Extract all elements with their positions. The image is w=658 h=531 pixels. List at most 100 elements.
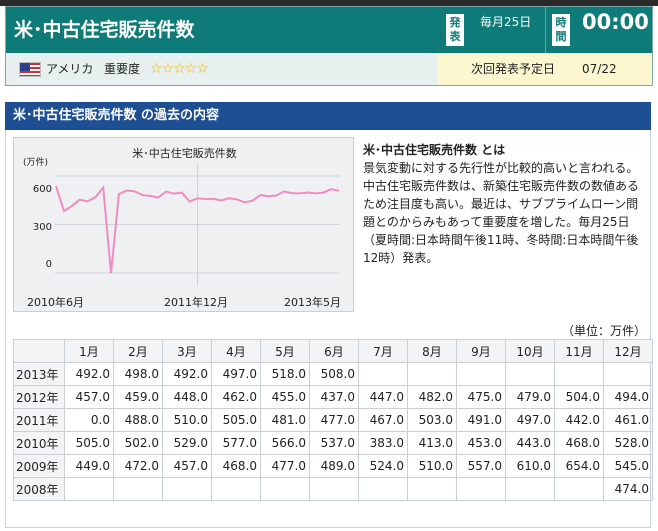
value-cell: 654.0 bbox=[554, 454, 604, 478]
value-cell: 577.0 bbox=[211, 431, 261, 455]
value-cell: 566.0 bbox=[260, 431, 310, 455]
value-cell: 491.0 bbox=[456, 408, 506, 432]
value-cell: 453.0 bbox=[456, 431, 506, 455]
value-cell: 557.0 bbox=[456, 454, 506, 478]
value-cell bbox=[407, 477, 457, 501]
publish-badge: 発表 bbox=[446, 14, 464, 46]
year-cell: 2008年 bbox=[13, 477, 65, 501]
value-cell: 383.0 bbox=[358, 431, 408, 455]
table-row: 2013年 492.0 498.0 492.0 497.0 518.0 508.0 bbox=[13, 362, 653, 386]
time-badge: 時間 bbox=[552, 14, 570, 46]
month-header: 11月 bbox=[554, 339, 604, 363]
value-cell: 475.0 bbox=[456, 385, 506, 409]
value-cell bbox=[211, 477, 261, 501]
value-cell: 477.0 bbox=[260, 454, 310, 478]
value-cell: 467.0 bbox=[358, 408, 408, 432]
value-cell: 510.0 bbox=[407, 454, 457, 478]
value-cell bbox=[162, 477, 212, 501]
ytick-label: 600 bbox=[32, 184, 52, 195]
value-cell: 481.0 bbox=[260, 408, 310, 432]
value-cell: 443.0 bbox=[505, 431, 555, 455]
value-cell bbox=[358, 477, 408, 501]
year-cell: 2010年 bbox=[13, 431, 65, 455]
month-header: 10月 bbox=[505, 339, 555, 363]
ytick-label: 300 bbox=[32, 222, 52, 233]
value-cell: 497.0 bbox=[211, 362, 261, 386]
value-cell: 505.0 bbox=[211, 408, 261, 432]
value-cell: 492.0 bbox=[162, 362, 212, 386]
value-cell bbox=[505, 477, 555, 501]
value-cell: 437.0 bbox=[309, 385, 359, 409]
table-row: 2010年 505.0 502.0 529.0 577.0 566.0 537.0 383.0… bbox=[13, 431, 653, 455]
indicator-title: 米･中古住宅販売件数 bbox=[6, 7, 438, 53]
value-cell bbox=[505, 362, 555, 386]
value-cell: 474.0 bbox=[603, 477, 653, 501]
table-row: 2012年 457.0 459.0 448.0 462.0 455.0 437.0 447.0… bbox=[13, 385, 653, 409]
chart-ylabel: (万件) bbox=[23, 158, 49, 168]
chart-plot bbox=[55, 163, 340, 286]
month-header: 12月 bbox=[603, 339, 653, 363]
value-cell: 477.0 bbox=[309, 408, 359, 432]
value-cell bbox=[113, 477, 163, 501]
value-cell: 497.0 bbox=[505, 408, 555, 432]
value-cell: 504.0 bbox=[554, 385, 604, 409]
month-header: 5月 bbox=[260, 339, 310, 363]
value-cell: 510.0 bbox=[162, 408, 212, 432]
value-cell bbox=[309, 477, 359, 501]
value-cell: 610.0 bbox=[505, 454, 555, 478]
value-cell: 505.0 bbox=[64, 431, 114, 455]
month-header: 4月 bbox=[211, 339, 261, 363]
value-cell: 449.0 bbox=[64, 454, 114, 478]
value-cell: 457.0 bbox=[162, 454, 212, 478]
xtick-label: 2010年6月 bbox=[27, 296, 84, 309]
month-header: 6月 bbox=[309, 339, 359, 363]
value-cell: 468.0 bbox=[211, 454, 261, 478]
value-cell: 537.0 bbox=[309, 431, 359, 455]
section-title: 米･中古住宅販売件数 の過去の内容 bbox=[5, 102, 651, 130]
value-cell bbox=[407, 362, 457, 386]
next-release: 次回発表予定日 07/22 bbox=[438, 53, 652, 85]
value-cell: 545.0 bbox=[603, 454, 653, 478]
value-cell bbox=[603, 362, 653, 386]
publish-date: 毎月25日 bbox=[480, 15, 532, 29]
xtick-label: 2011年12月 bbox=[164, 296, 228, 309]
value-cell bbox=[456, 477, 506, 501]
value-cell: 479.0 bbox=[505, 385, 555, 409]
table-row: 2008年 474.0 bbox=[13, 477, 653, 501]
month-header: 2月 bbox=[113, 339, 163, 363]
value-cell bbox=[358, 362, 408, 386]
ytick-label: 0 bbox=[45, 259, 52, 270]
month-header: 7月 bbox=[358, 339, 408, 363]
value-cell bbox=[456, 362, 506, 386]
value-cell: 529.0 bbox=[162, 431, 212, 455]
table-header-row: 1月 2月 3月 4月 5月 6月 7月 8月 9月 10月 11月 12月 bbox=[13, 339, 653, 363]
value-cell: 455.0 bbox=[260, 385, 310, 409]
publish-time: 00:00 bbox=[582, 10, 649, 34]
value-cell: 503.0 bbox=[407, 408, 457, 432]
value-cell: 459.0 bbox=[113, 385, 163, 409]
indicator-header: 米･中古住宅販売件数 発表 毎月25日 時間 00:00 アメリカ 重要度 ☆☆… bbox=[5, 6, 653, 86]
value-cell: 482.0 bbox=[407, 385, 457, 409]
value-cell: 502.0 bbox=[113, 431, 163, 455]
country-label: アメリカ bbox=[46, 62, 94, 76]
value-cell: 0.0 bbox=[64, 408, 114, 432]
history-chart: 米･中古住宅販売件数 (万件) 600 300 0 2010年6月 2011年1… bbox=[13, 137, 354, 312]
value-cell: 413.0 bbox=[407, 431, 457, 455]
value-cell: 489.0 bbox=[309, 454, 359, 478]
table-row: 2011年 0.0 488.0 510.0 505.0 481.0 477.0 467.0 50… bbox=[13, 408, 653, 432]
corner-cell bbox=[13, 339, 65, 363]
unit-label: （単位：万件） bbox=[561, 324, 646, 338]
value-cell bbox=[554, 477, 604, 501]
value-cell: 462.0 bbox=[211, 385, 261, 409]
description-title: 米･中古住宅販売件数 とは bbox=[363, 143, 506, 157]
importance-stars: ☆☆☆☆☆ bbox=[150, 61, 209, 77]
year-cell: 2009年 bbox=[13, 454, 65, 478]
us-flag-icon bbox=[19, 62, 41, 77]
value-cell: 448.0 bbox=[162, 385, 212, 409]
schedule-panel: 発表 毎月25日 時間 00:00 bbox=[438, 7, 652, 53]
importance-label: 重要度 bbox=[104, 62, 141, 76]
value-cell: 447.0 bbox=[358, 385, 408, 409]
year-cell: 2012年 bbox=[13, 385, 65, 409]
month-header: 1月 bbox=[64, 339, 114, 363]
value-cell: 492.0 bbox=[64, 362, 114, 386]
